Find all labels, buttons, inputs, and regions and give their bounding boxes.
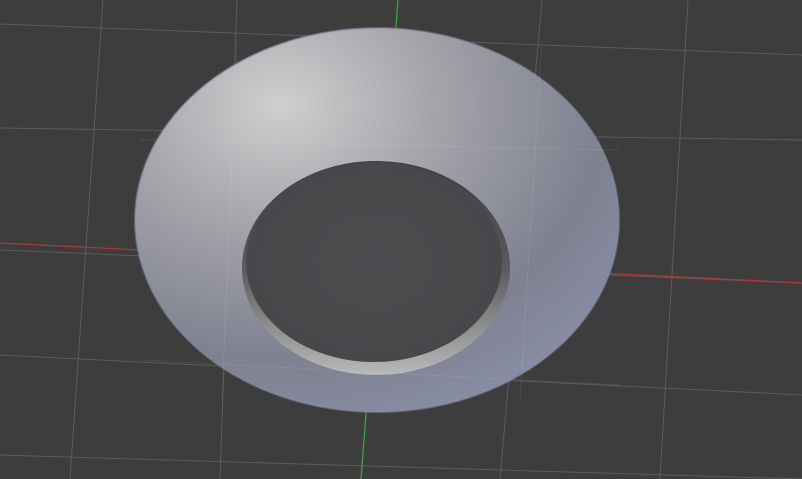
bowl-inner-floor xyxy=(246,162,502,362)
bowl-mesh[interactable] xyxy=(134,27,620,413)
3d-viewport[interactable] xyxy=(0,0,802,479)
